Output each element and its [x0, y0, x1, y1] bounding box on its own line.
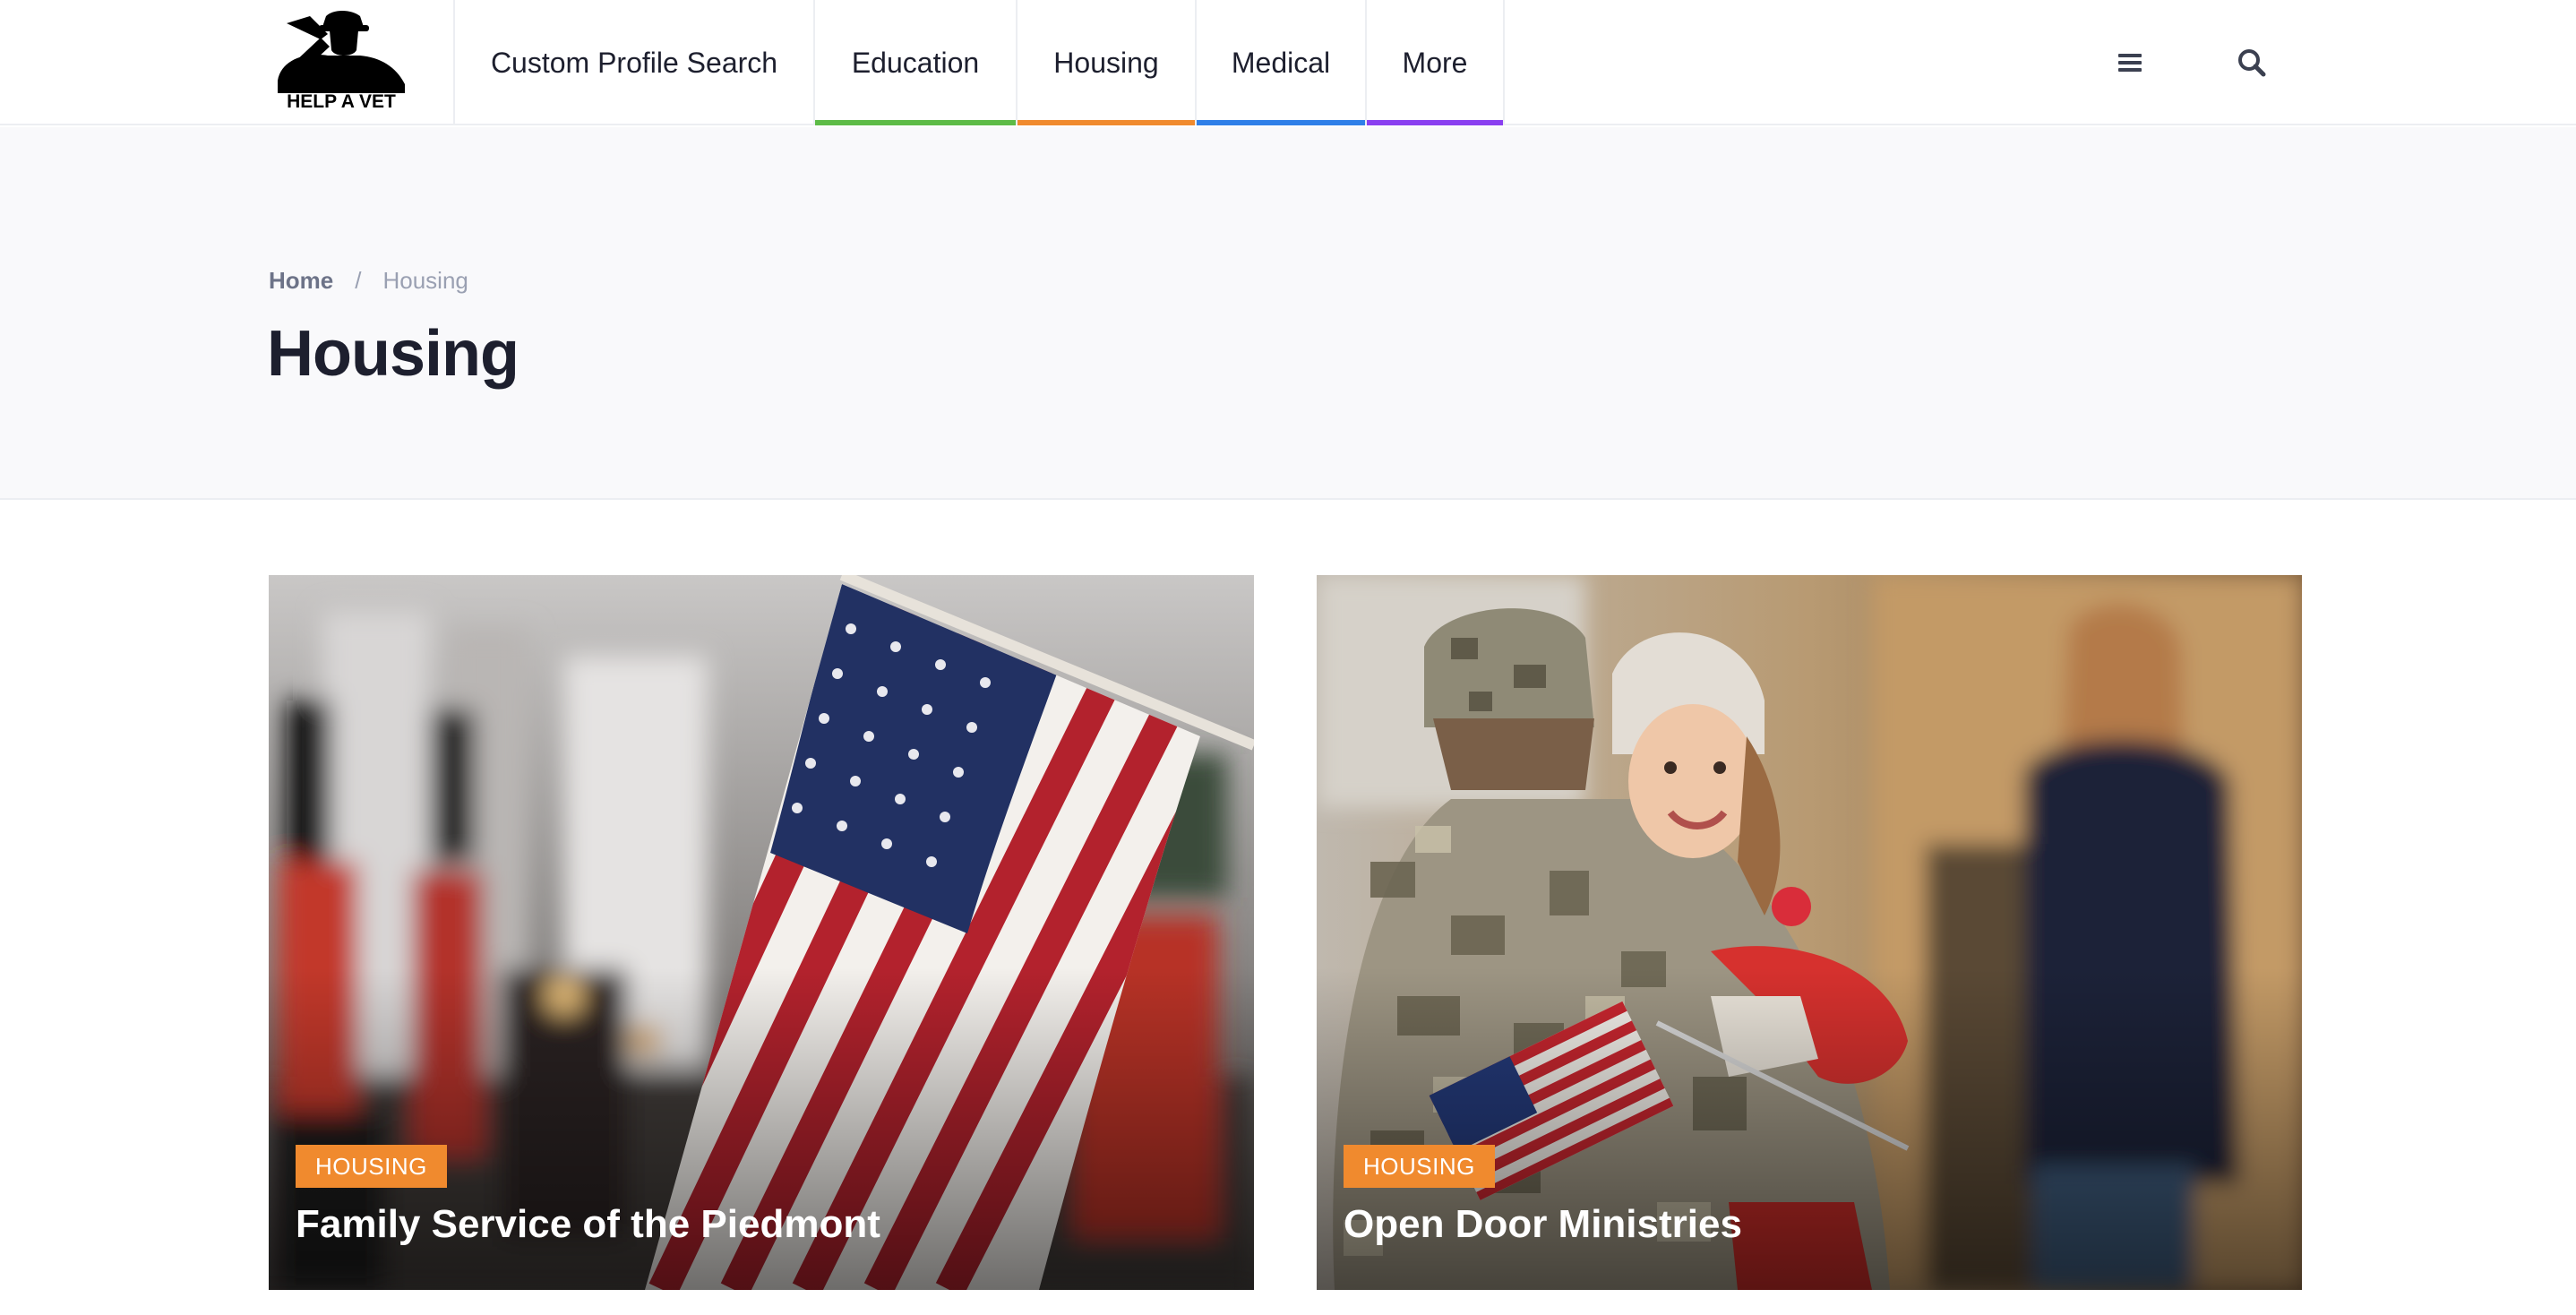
category-badge[interactable]: HOUSING	[1344, 1145, 1495, 1188]
nav-accent-bar	[1197, 120, 1365, 125]
nav-accent-bar	[1367, 120, 1503, 125]
hamburger-menu-icon[interactable]	[2112, 45, 2148, 81]
breadcrumb-home-link[interactable]: Home	[269, 267, 333, 295]
search-icon[interactable]	[2234, 45, 2270, 81]
page-banner: Home / Housing Housing	[0, 127, 2576, 500]
nav-accent-bar	[815, 120, 1016, 125]
help-a-vet-logo: HELP A VET	[278, 11, 405, 111]
breadcrumb-separator: /	[355, 267, 362, 294]
nav-label: Custom Profile Search	[490, 46, 778, 79]
post-card[interactable]: HOUSING Open Door Ministries	[1317, 575, 2302, 1290]
page-title: Housing	[267, 318, 519, 390]
logo-text: HELP A VET	[287, 91, 396, 111]
card-title[interactable]: Family Service of the Piedmont	[296, 1202, 880, 1247]
category-badge[interactable]: HOUSING	[296, 1145, 447, 1188]
logo-link[interactable]: HELP A VET	[269, 0, 455, 125]
card-title[interactable]: Open Door Ministries	[1344, 1202, 1742, 1247]
nav-label: More	[1402, 46, 1468, 79]
nav-custom-profile-search[interactable]: Custom Profile Search	[455, 0, 815, 125]
nav-label: Education	[851, 46, 980, 79]
post-card[interactable]: HOUSING Family Service of the Piedmont	[269, 575, 1254, 1290]
breadcrumb: Home / Housing	[269, 267, 468, 295]
nav-label: Housing	[1053, 46, 1159, 79]
nav-more[interactable]: More	[1367, 0, 1505, 125]
nav-housing[interactable]: Housing	[1018, 0, 1197, 125]
nav-medical[interactable]: Medical	[1197, 0, 1367, 125]
site-header: HELP A VET Custom Profile Search Educati…	[0, 0, 2576, 125]
nav-education[interactable]: Education	[815, 0, 1018, 125]
nav-label: Medical	[1231, 46, 1331, 79]
nav-accent-bar	[1018, 120, 1195, 125]
breadcrumb-current: Housing	[382, 267, 468, 294]
main-nav: Custom Profile Search Education Housing …	[455, 0, 1505, 125]
